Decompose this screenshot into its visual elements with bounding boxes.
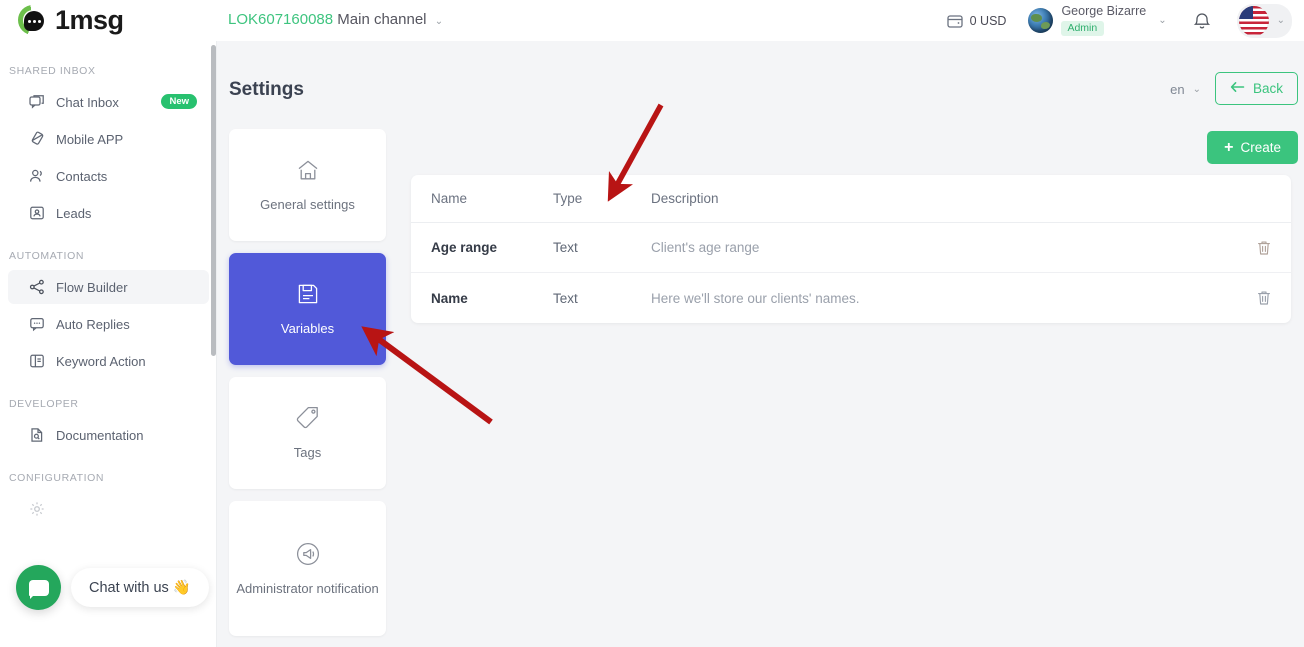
- chat-bubble-icon[interactable]: [16, 565, 61, 610]
- settings-card-administrator-notification[interactable]: Administrator notification: [229, 501, 386, 636]
- language-selector[interactable]: en ⌄: [1170, 82, 1201, 97]
- settings-card-label: Administrator notification: [236, 580, 379, 596]
- keyword-action-icon: [28, 353, 45, 370]
- language-value: en: [1170, 82, 1185, 97]
- globe-avatar-icon: [1028, 7, 1054, 33]
- sidebar-item-chat-inbox[interactable]: Chat Inbox New: [8, 85, 209, 119]
- cell-description: Client's age range: [651, 240, 760, 255]
- megaphone-circle-icon: [295, 540, 321, 568]
- user-role-badge: Admin: [1061, 21, 1105, 36]
- sidebar-item-contacts[interactable]: Contacts: [8, 159, 209, 193]
- settings-card-label: Variables: [280, 321, 335, 337]
- user-name: George Bizarre: [1061, 4, 1147, 19]
- auto-replies-icon: [28, 316, 45, 333]
- wallet-balance[interactable]: 0 USD: [946, 13, 1007, 28]
- trash-icon[interactable]: [1257, 240, 1271, 256]
- app-logo[interactable]: 1msg: [18, 4, 124, 36]
- back-button[interactable]: Back: [1214, 72, 1298, 105]
- sidebar-item-label: [56, 502, 60, 517]
- arrow-left-icon: [1230, 81, 1245, 96]
- top-header-bar: 1msg LOK607160088 Main channel ⌄ 0 USD G…: [0, 0, 1304, 41]
- notification-bell-icon[interactable]: [1193, 11, 1211, 30]
- sidebar-section-developer: DEVELOPER: [9, 398, 79, 410]
- sidebar-item-label: Leads: [56, 205, 92, 221]
- wallet-amount: 0 USD: [969, 13, 1007, 28]
- chevron-down-icon: ⌄: [434, 16, 444, 27]
- sidebar-item-flow-builder[interactable]: Flow Builder: [8, 270, 209, 304]
- sidebar-item-clipped[interactable]: [8, 492, 209, 526]
- plus-icon: +: [1224, 138, 1234, 156]
- chat-with-us-label[interactable]: Chat with us 👋: [71, 568, 209, 607]
- chevron-down-icon: ⌄: [1192, 84, 1201, 95]
- chevron-down-icon: ⌄: [1158, 14, 1167, 26]
- cell-description: Here we'll store our clients' names.: [651, 290, 860, 306]
- create-button[interactable]: + Create: [1207, 131, 1298, 164]
- mobile-app-icon: [28, 131, 45, 148]
- new-badge: New: [161, 94, 197, 109]
- sidebar-section-configuration: CONFIGURATION: [9, 472, 105, 484]
- column-header-type: Type: [553, 191, 583, 206]
- trash-icon[interactable]: [1257, 290, 1271, 306]
- flow-builder-icon: [28, 279, 45, 296]
- chevron-down-icon: ⌄: [1276, 15, 1285, 26]
- page-title: Settings: [229, 79, 304, 100]
- contacts-icon: [28, 168, 45, 185]
- settings-card-variables[interactable]: Variables: [229, 253, 386, 365]
- user-meta: George Bizarre Admin: [1061, 4, 1146, 37]
- sidebar-item-label: Chat Inbox: [56, 94, 119, 110]
- gear-icon: [28, 501, 45, 518]
- channel-selector[interactable]: LOK607160088 Main channel ⌄: [228, 11, 443, 28]
- wallet-icon: [946, 14, 963, 28]
- language-flag-selector[interactable]: ⌄: [1236, 3, 1292, 38]
- table-row[interactable]: Age range Text Client's age range: [411, 223, 1291, 273]
- channel-id: LOK607160088: [228, 11, 334, 28]
- sidebar-section-automation: AUTOMATION: [9, 250, 85, 262]
- variables-table: Name Type Description Age range Text Cli…: [411, 175, 1291, 323]
- home-icon: [295, 156, 321, 184]
- sidebar-item-label: Auto Replies: [56, 316, 130, 332]
- sidebar-item-label: Keyword Action: [56, 353, 146, 369]
- main-content: Settings en ⌄ Back + Create General sett…: [217, 41, 1304, 647]
- settings-card-label: General settings: [260, 197, 355, 213]
- sidebar-item-leads[interactable]: Leads: [8, 196, 209, 230]
- sidebar-item-label: Documentation: [56, 427, 144, 443]
- app-root: 1msg LOK607160088 Main channel ⌄ 0 USD G…: [0, 0, 1304, 647]
- chat-with-us-widget[interactable]: Chat with us 👋: [16, 565, 209, 610]
- sidebar-item-mobile-app[interactable]: Mobile APP: [8, 122, 209, 156]
- save-floppy-icon: [296, 280, 320, 308]
- sidebar-item-label: Mobile APP: [56, 131, 124, 147]
- chat-bubble-logo-icon: [18, 4, 52, 36]
- back-button-label: Back: [1252, 81, 1283, 96]
- settings-card-list: General settings Variables Tags Administ…: [229, 129, 386, 647]
- settings-card-tags[interactable]: Tags: [229, 377, 386, 489]
- settings-card-label: Tags: [293, 445, 322, 461]
- left-sidebar: SHARED INBOX Chat Inbox New Mobile APP C…: [0, 41, 217, 647]
- create-button-label: Create: [1240, 140, 1281, 155]
- sidebar-section-shared-inbox: SHARED INBOX: [9, 65, 96, 77]
- documentation-icon: [28, 427, 45, 444]
- table-row[interactable]: Name Text Here we'll store our clients' …: [411, 273, 1291, 323]
- logo-text: 1msg: [55, 4, 124, 35]
- leads-icon: [28, 205, 45, 222]
- sidebar-item-auto-replies[interactable]: Auto Replies: [8, 307, 209, 341]
- cell-type: Text: [553, 290, 578, 306]
- settings-card-general-settings[interactable]: General settings: [229, 129, 386, 241]
- cell-type: Text: [553, 240, 578, 255]
- header-right-cluster: 0 USD George Bizarre Admin ⌄ ⌄: [946, 0, 1292, 41]
- user-menu[interactable]: George Bizarre Admin ⌄: [1028, 4, 1167, 37]
- cell-name: Age range: [431, 240, 498, 255]
- sidebar-item-documentation[interactable]: Documentation: [8, 418, 209, 452]
- us-flag-icon: [1238, 5, 1269, 36]
- column-header-description: Description: [651, 191, 719, 206]
- column-header-name: Name: [431, 191, 468, 206]
- channel-name: Main channel: [337, 11, 427, 28]
- chat-inbox-icon: [28, 94, 45, 111]
- tag-icon: [295, 404, 321, 432]
- sidebar-item-keyword-action[interactable]: Keyword Action: [8, 344, 209, 378]
- sidebar-item-label: Contacts: [56, 168, 108, 184]
- cell-name: Name: [431, 290, 468, 306]
- sidebar-item-label: Flow Builder: [56, 279, 128, 295]
- table-header-row: Name Type Description: [411, 175, 1291, 223]
